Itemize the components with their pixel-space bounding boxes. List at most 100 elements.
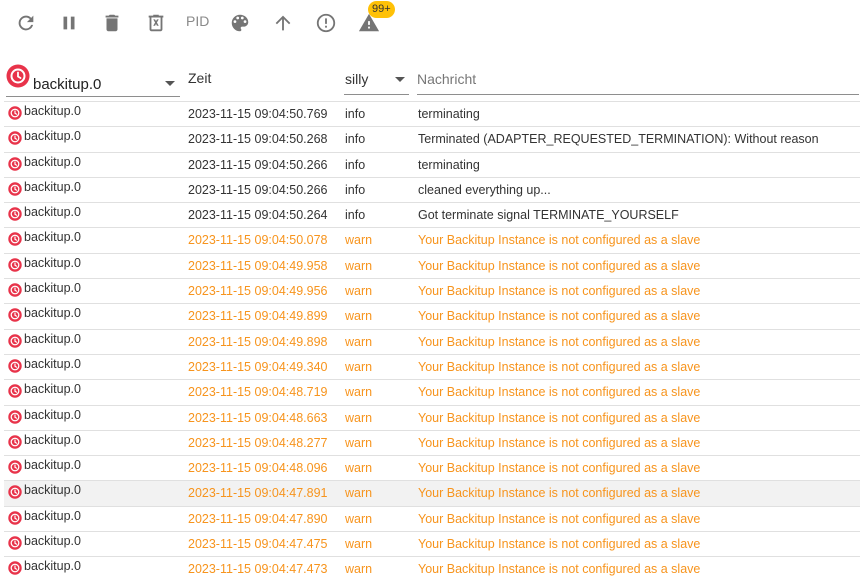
log-source: backitup.0 [24,179,81,194]
log-source: backitup.0 [24,205,81,220]
log-level: info [345,182,366,197]
backitup-logo-icon [8,232,22,247]
log-level: warn [345,435,373,450]
log-message: Your Backitup Instance is not configured… [418,537,701,552]
backitup-logo-icon [8,106,22,120]
log-row[interactable]: backitup.0 2023-11-15 09:04:48.663 warn You… [4,404,860,430]
log-message: Your Backitup Instance is not configured… [418,562,701,577]
log-row[interactable]: backitup.0 2023-11-15 09:04:50.769 info ter… [4,101,860,126]
log-time: 2023-11-15 09:04:47.475 [188,537,328,552]
log-time: 2023-11-15 09:04:50.264 [188,208,328,223]
log-level: warn [345,486,373,501]
log-level: warn [345,334,373,349]
log-message: Your Backitup Instance is not configured… [418,486,701,501]
delete-logs-button[interactable] [138,6,174,40]
log-row[interactable]: backitup.0 2023-11-15 09:04:49.898 warn You… [4,328,860,354]
log-row[interactable]: backitup.0 2023-11-15 09:04:49.340 warn You… [4,353,860,379]
log-time: 2023-11-15 09:04:49.340 [188,359,328,374]
log-row[interactable]: backitup.0 2023-11-15 09:04:50.264 info Got… [4,202,860,227]
log-message: Your Backitup Instance is not configured… [418,359,701,374]
log-row[interactable]: backitup.0 2023-11-15 09:04:49.956 warn You… [4,278,860,303]
backitup-logo-icon [8,131,22,146]
log-source: backitup.0 [24,230,81,245]
log-row[interactable]: backitup.0 2023-11-15 09:04:50.078 warn You… [4,227,860,252]
pause-button[interactable] [51,6,87,40]
log-message: Your Backitup Instance is not configured… [418,511,701,526]
log-row[interactable]: backitup.0 2023-11-15 09:04:47.891 warn You… [4,480,860,506]
log-level: warn [345,562,373,577]
log-time: 2023-11-15 09:04:50.266 [188,157,328,172]
error-icon [316,13,336,33]
backitup-logo-icon [8,283,22,297]
log-level: info [345,157,366,172]
log-message: Your Backitup Instance is not configured… [418,284,701,299]
refresh-button[interactable] [8,6,44,40]
backitup-logo-icon [8,485,22,500]
delete-x-icon [148,14,164,32]
log-source: backitup.0 [24,483,81,498]
log-message: cleaned everything up... [418,182,551,197]
pid-toggle[interactable]: PID [186,13,209,29]
arrow-up-icon [275,15,291,31]
log-level: warn [345,284,373,299]
log-level: info [345,208,366,223]
log-time: 2023-11-15 09:04:49.898 [188,334,328,349]
level-select[interactable]: silly [344,64,409,95]
adapter-select[interactable]: backitup.0 [6,64,180,97]
log-row[interactable]: backitup.0 2023-11-15 09:04:48.277 warn You… [4,429,860,455]
error-filter-button[interactable] [308,6,344,40]
color-toggle-button[interactable] [222,6,258,40]
log-source: backitup.0 [24,432,81,447]
log-message: Your Backitup Instance is not configured… [418,258,701,273]
log-message: Your Backitup Instance is not configured… [418,435,701,450]
log-time: 2023-11-15 09:04:50.078 [188,233,328,248]
log-time: 2023-11-15 09:04:50.769 [188,107,328,121]
log-message: Your Backitup Instance is not configured… [418,461,701,476]
log-source: backitup.0 [24,255,81,270]
log-toolbar: PID 99+ [0,0,860,46]
log-time: 2023-11-15 09:04:47.890 [188,511,328,526]
log-time: 2023-11-15 09:04:48.277 [188,435,328,450]
log-message: Terminated (ADAPTER_REQUESTED_TERMINATIO… [418,132,819,147]
sort-order-button[interactable] [265,6,301,40]
log-level: warn [345,537,373,552]
log-time: 2023-11-15 09:04:48.663 [188,410,328,425]
log-time: 2023-11-15 09:04:47.473 [188,562,328,577]
log-message: terminating [418,157,480,172]
log-row[interactable]: backitup.0 2023-11-15 09:04:47.473 warn You… [4,556,860,581]
log-source: backitup.0 [24,382,81,397]
log-source: backitup.0 [24,407,81,422]
log-row[interactable]: backitup.0 2023-11-15 09:04:50.266 info ter… [4,151,860,177]
log-row[interactable]: backitup.0 2023-11-15 09:04:47.890 warn You… [4,505,860,531]
log-level: info [345,132,366,147]
log-time: 2023-11-15 09:04:48.096 [188,461,328,476]
log-row[interactable]: backitup.0 2023-11-15 09:04:50.266 info cle… [4,176,860,202]
log-row[interactable]: backitup.0 2023-11-15 09:04:49.899 warn You… [4,303,860,328]
log-message: Got terminate signal TERMINATE_YOURSELF [418,208,679,223]
log-message: Your Backitup Instance is not configured… [418,233,701,248]
log-time: 2023-11-15 09:04:49.956 [188,284,328,299]
backitup-logo-icon [8,156,22,171]
backitup-logo-icon [8,308,22,323]
log-table: backitup.0 2023-11-15 09:04:50.769 info ter… [4,101,860,582]
log-row[interactable]: backitup.0 2023-11-15 09:04:47.475 warn You… [4,531,860,556]
backitup-logo-icon [8,384,22,398]
adapter-select-value: backitup.0 [33,76,102,93]
level-select-value: silly [345,71,369,87]
palette-icon [231,14,249,32]
log-time: 2023-11-15 09:04:50.268 [188,132,328,147]
message-filter-input[interactable] [417,64,859,95]
log-level: warn [345,359,373,374]
log-time: 2023-11-15 09:04:48.719 [188,385,328,400]
log-level: warn [345,258,373,273]
log-row[interactable]: backitup.0 2023-11-15 09:04:50.268 info Ter… [4,126,860,151]
log-row[interactable]: backitup.0 2023-11-15 09:04:49.958 warn You… [4,252,860,278]
log-source: backitup.0 [24,154,81,169]
log-row[interactable]: backitup.0 2023-11-15 09:04:48.719 warn You… [4,379,860,404]
delete-icon [105,14,119,32]
log-row[interactable]: backitup.0 2023-11-15 09:04:48.096 warn You… [4,455,860,480]
clear-log-button[interactable] [94,6,130,40]
pause-icon [63,16,75,30]
chevron-down-icon [165,81,175,86]
backitup-logo-icon [8,359,22,373]
